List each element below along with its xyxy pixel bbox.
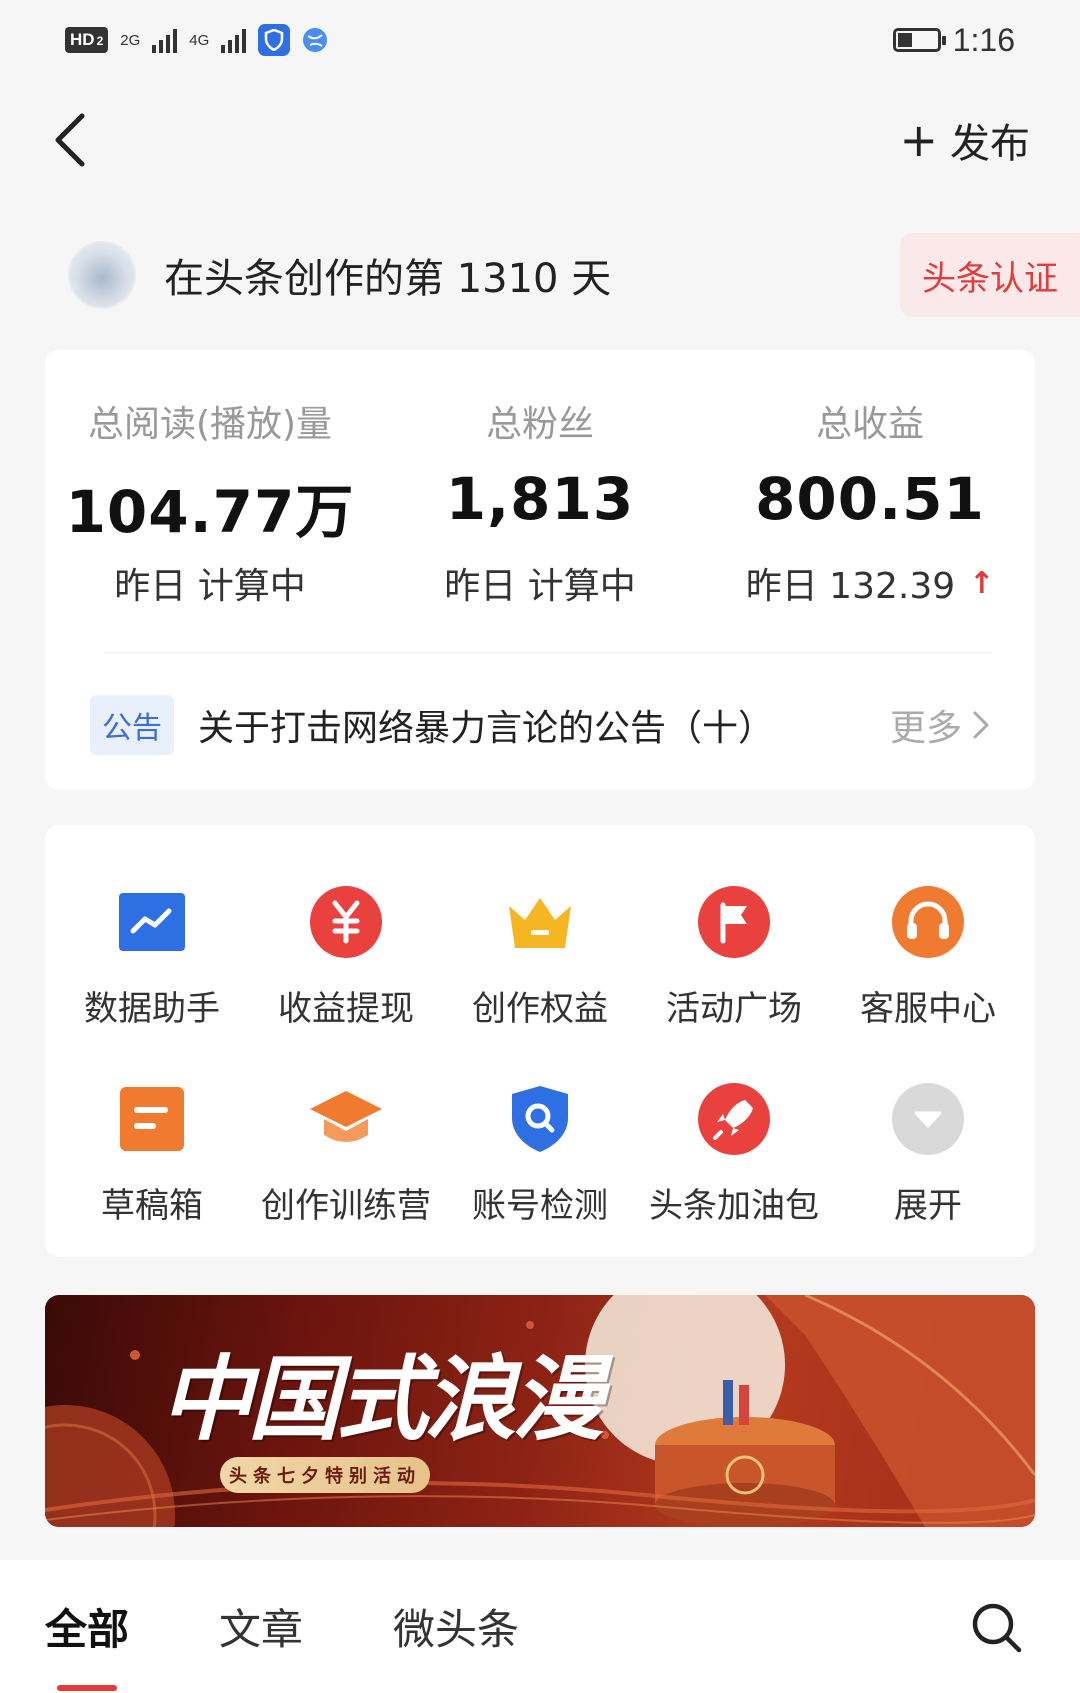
shield-search-icon: [501, 1080, 579, 1158]
search-icon: [972, 1603, 1022, 1653]
clock-time: 1:16: [952, 21, 1015, 58]
stat-value: 1,813: [445, 465, 635, 533]
publish-button[interactable]: + 发布: [899, 111, 1030, 169]
tool-label: 创作训练营: [261, 1186, 431, 1226]
draft-icon: [113, 1080, 191, 1158]
chart-icon: [113, 883, 191, 961]
tool-drafts[interactable]: 草稿箱: [55, 1080, 249, 1227]
back-chevron-icon: [55, 113, 85, 167]
tool-expand[interactable]: 展开: [831, 1080, 1025, 1227]
tool-activity-plaza[interactable]: 活动广场: [637, 883, 831, 1030]
tool-data-assistant[interactable]: 数据助手: [55, 883, 249, 1030]
stat-label: 总粉丝: [485, 404, 594, 445]
notice-tag: 公告: [90, 695, 174, 755]
stat-label: 总收益: [815, 404, 924, 445]
status-left: HD 2 2G 4G: [65, 24, 328, 56]
stat-sub-text: 昨日 计算中: [114, 566, 306, 607]
signal-icon: [152, 27, 178, 53]
tool-label: 账号检测: [472, 1186, 608, 1226]
stat-total-reads[interactable]: 总阅读(播放)量 104.77万 昨日 计算中: [45, 395, 375, 609]
flag-icon: [695, 883, 773, 961]
expand-icon: [889, 1080, 967, 1158]
stat-label: 总阅读(播放)量: [87, 404, 333, 445]
content-tabs: 全部 文章 微头条: [0, 1560, 1080, 1693]
tool-customer-service[interactable]: 客服中心: [831, 883, 1025, 1030]
banner-title: 中国式浪漫: [160, 1345, 604, 1453]
tool-creator-camp[interactable]: 创作训练营: [249, 1080, 443, 1227]
status-bar: HD 2 2G 4G 1:16: [0, 0, 1080, 80]
stats-row: 总阅读(播放)量 104.77万 昨日 计算中 总粉丝 1,813 昨日 计算中…: [45, 350, 1035, 609]
signal-icon: [221, 27, 247, 53]
stat-total-income[interactable]: 总收益 800.51 昨日 132.39 ↑: [705, 395, 1035, 609]
tool-label: 数据助手: [84, 989, 220, 1029]
tools-card: 数据助手 收益提现 创作权益 活动广场 客服中心 草稿箱 创作训练营 账号检测 …: [45, 825, 1035, 1257]
more-label: 更多: [889, 708, 962, 749]
tab-articles[interactable]: 文章: [219, 1596, 303, 1657]
yuan-icon: [307, 883, 385, 961]
stat-sub: 昨日 132.39 ↑: [705, 557, 1035, 609]
chevron-right-icon: [973, 711, 989, 739]
back-button[interactable]: [50, 105, 110, 175]
up-arrow-icon: ↑: [969, 565, 995, 601]
stat-sub-text: 昨日 计算中: [444, 566, 636, 607]
certification-button[interactable]: 头条认证: [900, 233, 1080, 317]
crown-icon: [501, 883, 579, 961]
publish-label: 发布: [950, 121, 1030, 167]
stat-sub: 昨日 计算中: [45, 557, 375, 609]
divider: [105, 652, 990, 653]
battery-icon: [892, 28, 946, 52]
net-label-2g: 2G: [120, 31, 141, 49]
creator-row: 在头条创作的第 1310 天 头条认证: [0, 225, 1080, 325]
banner-subtitle: 头条七夕特别活动: [220, 1457, 430, 1493]
more-link[interactable]: 更多: [890, 699, 990, 751]
stats-card: 总阅读(播放)量 104.77万 昨日 计算中 总粉丝 1,813 昨日 计算中…: [45, 350, 1035, 790]
tool-label: 展开: [894, 1186, 962, 1226]
stat-value: 800.51: [755, 465, 985, 533]
stat-sub-text: 昨日 132.39: [745, 566, 956, 607]
tool-label: 收益提现: [278, 989, 414, 1029]
tab-all[interactable]: 全部: [45, 1596, 129, 1691]
tool-label: 头条加油包: [649, 1186, 819, 1226]
hd-label: HD: [70, 30, 95, 49]
stat-value: 104.77万: [65, 478, 355, 546]
search-button[interactable]: [969, 1600, 1025, 1656]
tools-grid: 数据助手 收益提现 创作权益 活动广场 客服中心 草稿箱 创作训练营 账号检测 …: [45, 825, 1035, 1227]
net-label-4g: 4G: [189, 31, 210, 49]
avatar[interactable]: [68, 241, 136, 309]
creation-days-text: 在头条创作的第 1310 天: [164, 256, 612, 302]
browser-globe-icon: [303, 28, 328, 52]
tool-income-withdraw[interactable]: 收益提现: [249, 883, 443, 1030]
tab-micro-posts[interactable]: 微头条: [393, 1596, 519, 1657]
graduation-cap-icon: [307, 1080, 385, 1158]
headset-icon: [889, 883, 967, 961]
sim-index: 2: [96, 34, 104, 48]
plus-icon: +: [899, 113, 938, 167]
tool-creator-rights[interactable]: 创作权益: [443, 883, 637, 1030]
tool-boost-pack[interactable]: 头条加油包: [637, 1080, 831, 1227]
notice-text[interactable]: 关于打击网络暴力言论的公告（十）: [198, 699, 890, 751]
status-right: 1:16: [892, 21, 1015, 59]
stat-total-fans[interactable]: 总粉丝 1,813 昨日 计算中: [375, 395, 705, 609]
rocket-icon: [695, 1080, 773, 1158]
top-header: + 发布: [0, 95, 1080, 185]
tool-label: 草稿箱: [101, 1186, 203, 1226]
tool-account-check[interactable]: 账号检测: [443, 1080, 637, 1227]
promo-banner[interactable]: 中国式浪漫 头条七夕特别活动: [45, 1295, 1035, 1527]
hd-badge: HD 2: [65, 27, 109, 53]
stat-sub: 昨日 计算中: [375, 557, 705, 609]
tool-label: 创作权益: [472, 989, 608, 1029]
security-shield-icon: [258, 24, 291, 56]
tool-label: 活动广场: [666, 989, 802, 1029]
notice-row[interactable]: 公告 关于打击网络暴力言论的公告（十） 更多: [90, 690, 990, 760]
tool-label: 客服中心: [860, 989, 996, 1029]
